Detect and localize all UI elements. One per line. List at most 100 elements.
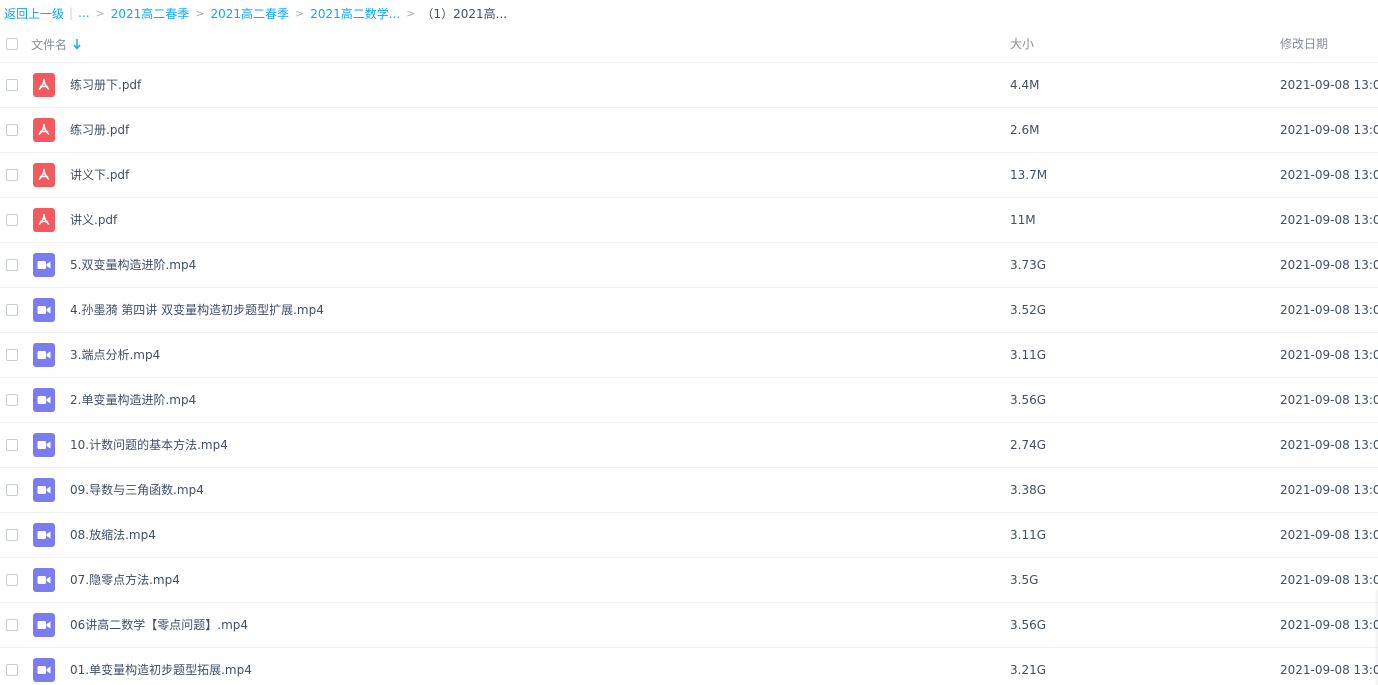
breadcrumb-separator: >	[295, 6, 305, 20]
file-name[interactable]: 3.端点分析.mp4	[70, 333, 160, 377]
table-row[interactable]: 10.计数问题的基本方法.mp4 2.74G 2021-09-08 13:06	[0, 423, 1378, 468]
file-size: 13.7M	[1010, 168, 1048, 182]
row-checkbox[interactable]	[6, 439, 18, 451]
row-checkbox[interactable]	[6, 529, 18, 541]
row-checkbox[interactable]	[6, 349, 18, 361]
file-modified-date: 2021-09-08 13:06	[1280, 483, 1378, 497]
table-row[interactable]: 3.端点分析.mp4 3.11G 2021-09-08 13:06	[0, 333, 1378, 378]
table-body: 练习册下.pdf 4.4M 2021-09-08 13:06 练习册.pdf 2.6M 2…	[0, 63, 1378, 685]
file-modified-date: 2021-09-08 13:06	[1280, 123, 1378, 137]
file-size: 3.52G	[1010, 303, 1047, 317]
breadcrumb-separator: >	[406, 6, 416, 20]
video-file-icon	[33, 343, 55, 367]
row-checkbox[interactable]	[6, 619, 18, 631]
file-size: 2.6M	[1010, 123, 1040, 137]
video-file-icon	[33, 433, 55, 457]
file-size: 11M	[1010, 213, 1036, 227]
file-size: 3.73G	[1010, 258, 1047, 272]
file-name[interactable]: 4.孙墨漪 第四讲 双变量构造初步题型扩展.mp4	[70, 288, 324, 332]
file-name[interactable]: 讲义.pdf	[70, 198, 117, 242]
file-name[interactable]: 07.隐零点方法.mp4	[70, 558, 180, 602]
file-name[interactable]: 08.放缩法.mp4	[70, 513, 156, 557]
file-modified-date: 2021-09-08 13:06	[1280, 528, 1378, 542]
table-row[interactable]: 5.双变量构造进阶.mp4 3.73G 2021-09-08 13:06	[0, 243, 1378, 288]
pdf-file-icon	[33, 118, 55, 142]
table-row[interactable]: 01.单变量构造初步题型拓展.mp4 3.21G 2021-09-08 13:06	[0, 648, 1378, 685]
panel-edge-shadow	[1374, 590, 1378, 685]
table-row[interactable]: 2.单变量构造进阶.mp4 3.56G 2021-09-08 13:06	[0, 378, 1378, 423]
table-row[interactable]: 练习册.pdf 2.6M 2021-09-08 13:06	[0, 108, 1378, 153]
pdf-file-icon	[33, 73, 55, 97]
breadcrumb-separator: >	[95, 6, 105, 20]
table-row[interactable]: 06讲高二数学【零点问题】.mp4 3.56G 2021-09-08 13:06	[0, 603, 1378, 648]
breadcrumb-item-3[interactable]: 2021高二数学...	[310, 5, 400, 22]
file-name[interactable]: 讲义下.pdf	[70, 153, 129, 197]
table-header: 文件名 大小 修改日期	[0, 26, 1378, 63]
file-modified-date: 2021-09-08 13:06	[1280, 168, 1378, 182]
row-checkbox[interactable]	[6, 124, 18, 136]
breadcrumb-item-2[interactable]: 2021高二春季	[211, 5, 290, 22]
file-modified-date: 2021-09-08 13:06	[1280, 573, 1378, 587]
row-checkbox[interactable]	[6, 214, 18, 226]
breadcrumb-ellipsis[interactable]: ...	[78, 6, 89, 20]
table-row[interactable]: 讲义.pdf 11M 2021-09-08 13:06	[0, 198, 1378, 243]
video-file-icon	[33, 388, 55, 412]
file-size: 3.56G	[1010, 618, 1047, 632]
file-modified-date: 2021-09-08 13:06	[1280, 303, 1378, 317]
table-row[interactable]: 4.孙墨漪 第四讲 双变量构造初步题型扩展.mp4 3.52G 2021-09-08…	[0, 288, 1378, 333]
file-modified-date: 2021-09-08 13:06	[1280, 663, 1378, 677]
file-name[interactable]: 06讲高二数学【零点问题】.mp4	[70, 603, 248, 647]
file-modified-date: 2021-09-08 13:06	[1280, 438, 1378, 452]
row-checkbox[interactable]	[6, 304, 18, 316]
video-file-icon	[33, 658, 55, 682]
file-size: 3.11G	[1010, 528, 1047, 542]
row-checkbox[interactable]	[6, 664, 18, 676]
row-checkbox[interactable]	[6, 484, 18, 496]
table-row[interactable]: 讲义下.pdf 13.7M 2021-09-08 13:06	[0, 153, 1378, 198]
row-checkbox[interactable]	[6, 169, 18, 181]
breadcrumb: 返回上一级 | ... > 2021高二春季 > 2021高二春季 > 2021…	[4, 0, 507, 26]
file-name[interactable]: 10.计数问题的基本方法.mp4	[70, 423, 228, 467]
file-size: 3.38G	[1010, 483, 1047, 497]
video-file-icon	[33, 568, 55, 592]
row-checkbox[interactable]	[6, 259, 18, 271]
file-size: 3.21G	[1010, 663, 1047, 677]
video-file-icon	[33, 613, 55, 637]
file-name[interactable]: 练习册下.pdf	[70, 63, 141, 107]
file-browser: 返回上一级 | ... > 2021高二春季 > 2021高二春季 > 2021…	[0, 0, 1378, 685]
video-file-icon	[33, 298, 55, 322]
select-all-checkbox[interactable]	[6, 38, 18, 50]
file-modified-date: 2021-09-08 13:06	[1280, 258, 1378, 272]
column-header-size[interactable]: 大小	[1010, 26, 1034, 62]
table-row[interactable]: 07.隐零点方法.mp4 3.5G 2021-09-08 13:06	[0, 558, 1378, 603]
file-size: 4.4M	[1010, 78, 1040, 92]
file-name[interactable]: 01.单变量构造初步题型拓展.mp4	[70, 648, 252, 685]
row-checkbox[interactable]	[6, 394, 18, 406]
row-checkbox[interactable]	[6, 79, 18, 91]
file-name[interactable]: 09.导数与三角函数.mp4	[70, 468, 204, 512]
file-size: 3.11G	[1010, 348, 1047, 362]
file-size: 2.74G	[1010, 438, 1047, 452]
back-to-parent-link[interactable]: 返回上一级	[4, 5, 64, 22]
breadcrumb-item-1[interactable]: 2021高二春季	[111, 5, 190, 22]
file-name[interactable]: 2.单变量构造进阶.mp4	[70, 378, 196, 422]
file-size: 3.56G	[1010, 393, 1047, 407]
table-row[interactable]: 08.放缩法.mp4 3.11G 2021-09-08 13:06	[0, 513, 1378, 558]
breadcrumb-current: （1）2021高...	[421, 6, 508, 21]
column-header-name-label: 文件名	[31, 37, 68, 52]
sort-down-arrow-icon[interactable]	[73, 38, 81, 50]
file-table: 文件名 大小 修改日期 练习册下.pdf 4.4M 2021-09-08 13:06…	[0, 26, 1378, 685]
column-header-name[interactable]: 文件名	[31, 26, 81, 62]
column-header-modified[interactable]: 修改日期	[1280, 26, 1328, 62]
file-modified-date: 2021-09-08 13:06	[1280, 78, 1378, 92]
video-file-icon	[33, 253, 55, 277]
file-modified-date: 2021-09-08 13:06	[1280, 618, 1378, 632]
table-row[interactable]: 练习册下.pdf 4.4M 2021-09-08 13:06	[0, 63, 1378, 108]
table-row[interactable]: 09.导数与三角函数.mp4 3.38G 2021-09-08 13:06	[0, 468, 1378, 513]
file-name[interactable]: 练习册.pdf	[70, 108, 129, 152]
file-name[interactable]: 5.双变量构造进阶.mp4	[70, 243, 196, 287]
file-modified-date: 2021-09-08 13:06	[1280, 213, 1378, 227]
row-checkbox[interactable]	[6, 574, 18, 586]
file-modified-date: 2021-09-08 13:06	[1280, 393, 1378, 407]
video-file-icon	[33, 478, 55, 502]
